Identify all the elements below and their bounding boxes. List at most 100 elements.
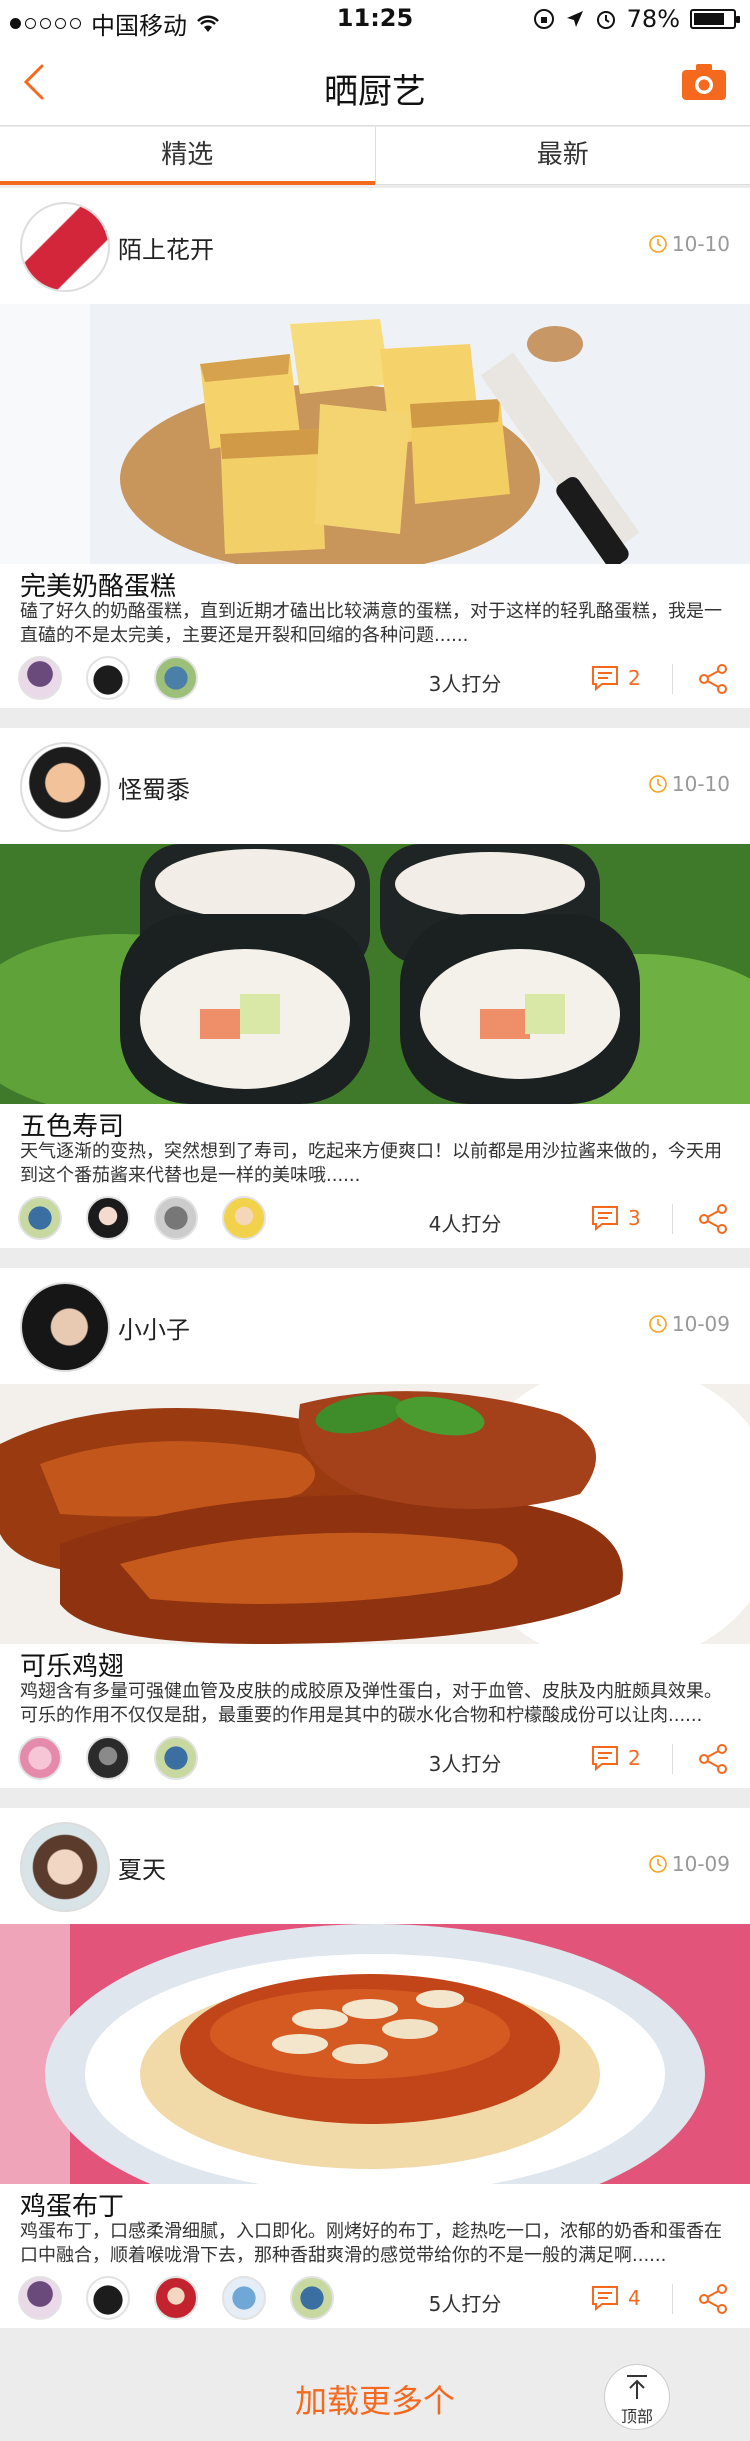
- avatar[interactable]: [20, 1822, 110, 1912]
- comment-icon: [592, 1206, 618, 1232]
- rater-avatar[interactable]: [86, 2276, 130, 2320]
- comment-icon: [592, 2286, 618, 2312]
- avatar[interactable]: [20, 1282, 110, 1372]
- share-icon[interactable]: [696, 1202, 730, 1236]
- divider: [672, 1744, 673, 1774]
- dish-description: 磕了好久的奶酪蛋糕，直到近期才磕出比较满意的蛋糕，对于这样的轻乳酪蛋糕，我是一直…: [20, 601, 722, 646]
- rater-avatar[interactable]: [154, 2276, 198, 2320]
- nav-bar: 晒厨艺: [0, 40, 750, 126]
- rater-avatars: [18, 2276, 334, 2320]
- tab-bar: 精选 最新: [0, 127, 750, 185]
- username[interactable]: 夏天: [118, 1850, 166, 1885]
- alarm-icon: [596, 11, 615, 29]
- share-icon[interactable]: [696, 662, 730, 696]
- post-footer: 3人打分 2: [0, 1736, 750, 1788]
- post-card[interactable]: 夏天 10-09 鸡蛋布丁 鸡蛋布丁，口感柔滑细腻，入口即化。刚烤好的布丁，趁热…: [0, 1808, 750, 2328]
- post-time-value: 10-10: [671, 232, 730, 256]
- clock-icon: [649, 235, 667, 253]
- clock-icon: [649, 1855, 667, 1873]
- comment-count: 2: [628, 666, 641, 690]
- rater-avatars: [18, 656, 198, 700]
- post-footer: 3人打分 2: [0, 656, 750, 708]
- rating-count: 3人打分: [428, 672, 502, 696]
- rater-avatar[interactable]: [290, 2276, 334, 2320]
- dish-description: 鸡蛋布丁，口感柔滑细腻，入口即化。刚烤好的布丁，趁热吃一口，浓郁的奶香和蛋香在口…: [20, 2221, 722, 2266]
- rater-avatar[interactable]: [86, 1196, 130, 1240]
- clock-icon: [649, 775, 667, 793]
- dish-title[interactable]: 可乐鸡翅: [20, 1646, 124, 1683]
- battery-percent: 78%: [626, 5, 680, 33]
- rater-avatar[interactable]: [18, 1736, 62, 1780]
- comment-count: 2: [628, 1746, 641, 1770]
- egg-pudding-photo: [0, 1924, 750, 2184]
- rater-avatar[interactable]: [154, 1736, 198, 1780]
- username[interactable]: 陌上花开: [118, 230, 214, 265]
- tab-featured[interactable]: 精选: [0, 127, 375, 185]
- dish-title[interactable]: 五色寿司: [20, 1106, 124, 1143]
- avatar[interactable]: [20, 742, 110, 832]
- post-time-value: 10-10: [671, 772, 730, 796]
- post-time-value: 10-09: [671, 1852, 730, 1876]
- avatar[interactable]: [20, 202, 110, 292]
- tab-latest[interactable]: 最新: [374, 127, 750, 184]
- comment-button[interactable]: 4: [590, 2284, 641, 2312]
- dish-photo[interactable]: [0, 1384, 750, 1644]
- divider: [672, 2284, 673, 2314]
- post-time: 10-09: [648, 1852, 730, 1876]
- rater-avatar[interactable]: [154, 656, 198, 700]
- rater-avatar[interactable]: [86, 656, 130, 700]
- comment-icon: [592, 666, 618, 692]
- post-time-value: 10-09: [671, 1312, 730, 1336]
- divider: [672, 1204, 673, 1234]
- status-bar: 中国移动 11:25 78%: [0, 0, 750, 40]
- battery-icon: [690, 9, 740, 29]
- post-time: 10-09: [648, 1312, 730, 1336]
- rater-avatar[interactable]: [154, 1196, 198, 1240]
- cola-chicken-wings-photo: [0, 1384, 750, 1644]
- username[interactable]: 小小子: [118, 1310, 190, 1345]
- comment-count: 3: [628, 1206, 641, 1230]
- clock-icon: [649, 1315, 667, 1333]
- orientation-lock-icon: [533, 9, 554, 29]
- cheesecake-photo: [0, 304, 750, 564]
- rater-avatar[interactable]: [18, 2276, 62, 2320]
- comment-count: 4: [628, 2286, 641, 2310]
- page-title: 晒厨艺: [324, 72, 426, 112]
- rater-avatars: [18, 1196, 266, 1240]
- dish-photo[interactable]: [0, 304, 750, 564]
- rater-avatars: [18, 1736, 198, 1780]
- arrow-up-icon: [627, 2375, 647, 2399]
- comment-icon: [592, 1746, 618, 1772]
- load-more-bar: 加载更多个 顶部: [0, 2336, 750, 2441]
- comment-button[interactable]: 2: [590, 664, 641, 692]
- share-icon[interactable]: [696, 2282, 730, 2316]
- camera-icon[interactable]: [682, 64, 726, 100]
- username[interactable]: 怪蜀黍: [118, 770, 190, 805]
- rating-count: 3人打分: [428, 1752, 502, 1776]
- back-to-top-button[interactable]: 顶部: [604, 2364, 670, 2430]
- rater-avatar[interactable]: [222, 1196, 266, 1240]
- share-icon[interactable]: [696, 1742, 730, 1776]
- back-to-top-label: 顶部: [620, 2407, 653, 2426]
- post-card[interactable]: 小小子 10-09 可乐鸡翅 鸡翅含有多量可强健血管及皮肤的成胶原及弹性蛋白，对…: [0, 1268, 750, 1788]
- dish-title[interactable]: 完美奶酪蛋糕: [20, 566, 176, 603]
- post-time: 10-10: [648, 772, 730, 796]
- rater-avatar[interactable]: [18, 1196, 62, 1240]
- rating-count: 5人打分: [428, 2292, 502, 2316]
- dish-description: 鸡翅含有多量可强健血管及皮肤的成胶原及弹性蛋白，对于血管、皮肤及内脏颇具效果。可…: [20, 1681, 722, 1726]
- post-footer: 5人打分 4: [0, 2276, 750, 2328]
- post-card[interactable]: 陌上花开 10-10 完美奶酪蛋糕 磕了好久的奶酪蛋糕，直到近期才磕出比较满意的…: [0, 188, 750, 708]
- comment-button[interactable]: 3: [590, 1204, 641, 1232]
- rater-avatar[interactable]: [18, 656, 62, 700]
- comment-button[interactable]: 2: [590, 1744, 641, 1772]
- rating-count: 4人打分: [428, 1212, 502, 1236]
- dish-photo[interactable]: [0, 1924, 750, 2184]
- rater-avatar[interactable]: [222, 2276, 266, 2320]
- dish-photo[interactable]: [0, 844, 750, 1104]
- post-footer: 4人打分 3: [0, 1196, 750, 1248]
- rater-avatar[interactable]: [86, 1736, 130, 1780]
- post-card[interactable]: 怪蜀黍 10-10 五色寿司 天气逐渐的变热，突然想到了寿司，吃起来方便爽口！以…: [0, 728, 750, 1248]
- dish-title[interactable]: 鸡蛋布丁: [20, 2186, 124, 2223]
- sushi-photo: [0, 844, 750, 1104]
- location-icon: [566, 11, 583, 27]
